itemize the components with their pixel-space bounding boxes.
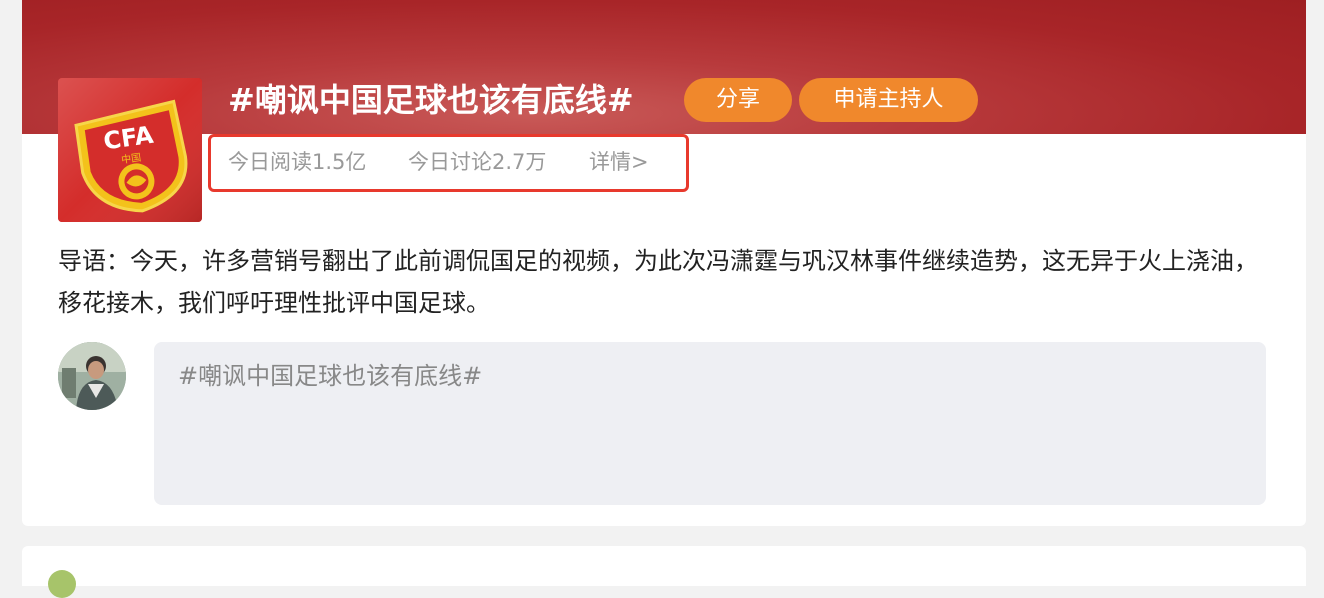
topic-banner — [22, 0, 1306, 134]
topic-logo: CFA 中国 — [58, 78, 202, 222]
today-discuss-count: 今日讨论2.7万 — [408, 150, 547, 174]
next-card-avatar[interactable] — [48, 570, 76, 598]
compose-input[interactable]: #嘲讽中国足球也该有底线# — [154, 342, 1266, 505]
detail-link[interactable]: 详情> — [589, 146, 649, 178]
topic-lead-text: 导语：今天，许多营销号翻出了此前调侃国足的视频，为此次冯潇霆与巩汉林事件继续造势… — [58, 247, 1258, 317]
next-feed-card — [22, 546, 1306, 586]
avatar-photo-icon — [58, 342, 126, 410]
today-read-count: 今日阅读1.5亿 — [228, 150, 367, 174]
share-button[interactable]: 分享 — [684, 78, 792, 122]
cfa-badge-icon: CFA 中国 — [58, 78, 202, 222]
topic-title: #嘲讽中国足球也该有底线# — [228, 81, 634, 119]
apply-host-button[interactable]: 申请主持人 — [799, 78, 978, 122]
user-avatar[interactable] — [58, 342, 126, 410]
